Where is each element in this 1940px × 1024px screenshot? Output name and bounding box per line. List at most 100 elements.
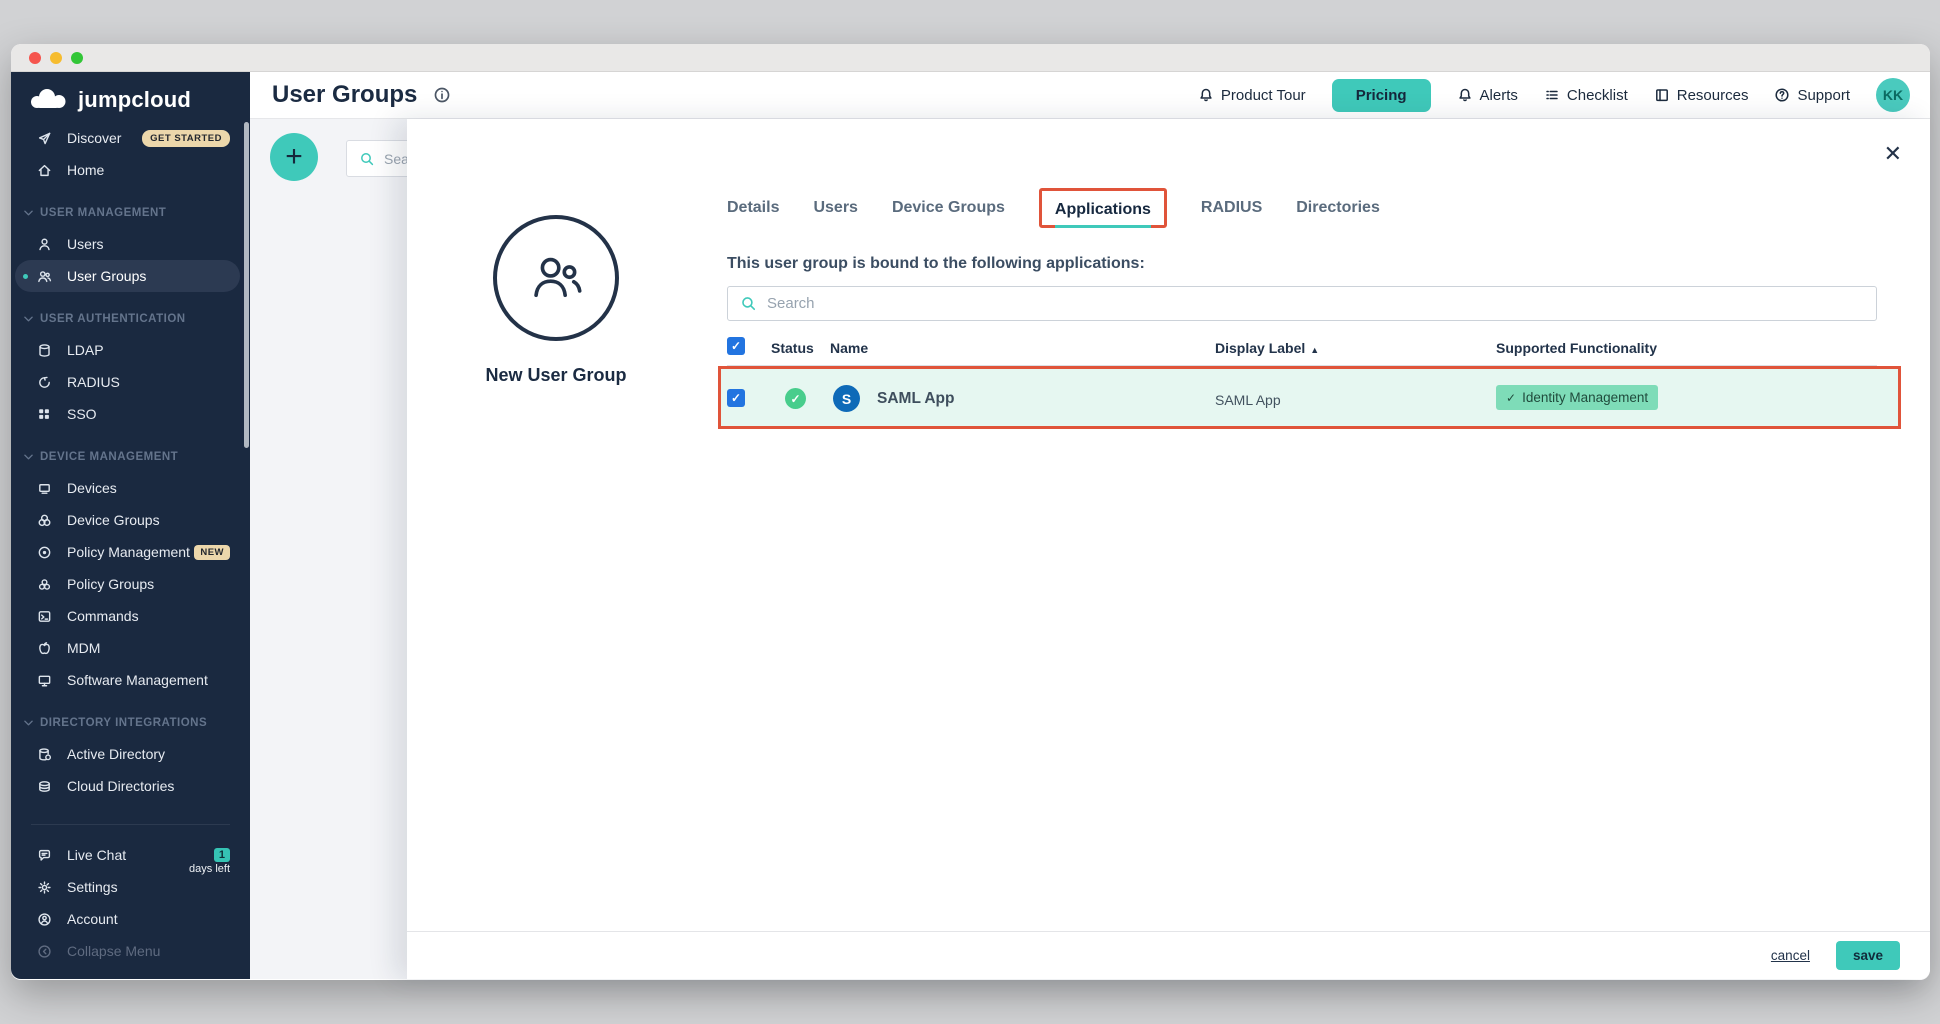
sidebar-item-label: Collapse Menu	[67, 943, 160, 959]
account-icon	[36, 911, 52, 927]
column-header-name[interactable]: Name	[830, 340, 868, 356]
resources-button[interactable]: Resources	[1654, 87, 1749, 104]
app-name: SAML App	[877, 390, 955, 408]
checklist-button[interactable]: Checklist	[1544, 87, 1628, 104]
tab-applications[interactable]: Applications	[1055, 201, 1151, 228]
column-header-status[interactable]: Status	[771, 340, 814, 356]
user-avatar[interactable]: KK	[1876, 78, 1910, 112]
alerts-button[interactable]: Alerts	[1457, 87, 1518, 104]
sidebar-item-policy-management[interactable]: Policy Management NEW	[15, 536, 246, 568]
functionality-badge: ✓Identity Management	[1496, 385, 1658, 410]
sidebar-item-users[interactable]: Users	[15, 228, 246, 260]
sidebar-item-label: Live Chat	[67, 847, 126, 863]
user-icon	[36, 236, 52, 252]
select-all-checkbox-checked[interactable]	[727, 337, 745, 355]
column-header-supported-functionality[interactable]: Supported Functionality	[1496, 340, 1657, 356]
home-icon	[36, 162, 52, 178]
radius-icon	[36, 374, 52, 390]
sidebar-item-label: Policy Groups	[67, 576, 154, 592]
sidebar-item-label: Device Groups	[67, 512, 160, 528]
sidebar-item-label: Home	[67, 162, 104, 178]
sidebar-item-live-chat[interactable]: Live Chat 1 days left	[15, 839, 246, 871]
chevron-down-icon	[24, 210, 33, 216]
mac-titlebar	[11, 44, 1930, 72]
sso-grid-icon	[36, 406, 52, 422]
main-area: User Groups Product Tour Pricing Alerts	[250, 72, 1930, 979]
application-row[interactable]: S SAML App SAML App ✓Identity Management	[721, 369, 1898, 426]
chat-bubble-icon	[36, 847, 52, 863]
sidebar-item-mdm[interactable]: MDM	[15, 632, 246, 664]
column-header-display-label[interactable]: Display Label▲	[1215, 340, 1319, 356]
product-tour-button[interactable]: Product Tour	[1198, 87, 1306, 104]
tab-directories[interactable]: Directories	[1296, 199, 1380, 217]
sidebar-item-commands[interactable]: Commands	[15, 600, 246, 632]
bell-icon	[1457, 87, 1473, 103]
add-user-group-button[interactable]: +	[270, 133, 318, 181]
sidebar-section-user-authentication[interactable]: USER AUTHENTICATION	[11, 304, 250, 334]
sidebar-divider	[31, 824, 230, 825]
sidebar-item-label: MDM	[67, 640, 100, 656]
row-checkbox-checked[interactable]	[727, 389, 745, 407]
sidebar-item-label: LDAP	[67, 342, 104, 358]
pricing-button[interactable]: Pricing	[1332, 79, 1431, 112]
support-button[interactable]: Support	[1774, 87, 1850, 104]
sidebar-item-settings[interactable]: Settings	[15, 871, 246, 903]
sidebar-item-label: Account	[67, 911, 118, 927]
search-icon	[359, 151, 375, 167]
active-directory-icon	[36, 746, 52, 762]
sidebar-item-active-directory[interactable]: Active Directory	[15, 738, 246, 770]
apple-mdm-icon	[36, 640, 52, 656]
desktop: { "brand": { "logo_text": "jumpcloud" },…	[0, 0, 1940, 1024]
book-icon	[1654, 87, 1670, 103]
tab-details[interactable]: Details	[727, 199, 779, 217]
sidebar-item-collapse-menu[interactable]: Collapse Menu	[15, 935, 246, 967]
sidebar-item-account[interactable]: Account	[15, 903, 246, 935]
sidebar-item-label: Discover	[67, 130, 121, 146]
tab-device-groups[interactable]: Device Groups	[892, 199, 1005, 217]
sidebar: jumpcloud Discover GET STARTED Home USER…	[11, 72, 250, 979]
list-search-input[interactable]	[384, 151, 407, 167]
sidebar-scrollbar[interactable]	[244, 122, 249, 448]
panel-footer: cancel save	[407, 931, 1930, 979]
cancel-button[interactable]: cancel	[1771, 948, 1810, 963]
sidebar-section-user-management[interactable]: USER MANAGEMENT	[11, 198, 250, 228]
info-icon[interactable]	[433, 86, 451, 104]
tab-users[interactable]: Users	[813, 199, 857, 217]
tab-radius[interactable]: RADIUS	[1201, 199, 1262, 217]
applications-search-box[interactable]	[727, 286, 1877, 321]
sidebar-item-software-management[interactable]: Software Management	[15, 664, 246, 696]
sidebar-item-label: SSO	[67, 406, 97, 422]
sidebar-item-policy-groups[interactable]: Policy Groups	[15, 568, 246, 600]
zoom-window-button[interactable]	[71, 52, 83, 64]
sidebar-item-devices[interactable]: Devices	[15, 472, 246, 504]
sort-ascending-icon: ▲	[1310, 345, 1319, 355]
sidebar-item-radius[interactable]: RADIUS	[15, 366, 246, 398]
sidebar-item-device-groups[interactable]: Device Groups	[15, 504, 246, 536]
policy-groups-icon	[36, 576, 52, 592]
database-icon	[36, 342, 52, 358]
save-button[interactable]: save	[1836, 941, 1900, 970]
close-icon[interactable]: ✕	[1884, 143, 1902, 165]
sidebar-section-device-management[interactable]: DEVICE MANAGEMENT	[11, 442, 250, 472]
checklist-icon	[1544, 87, 1560, 103]
app-window: jumpcloud Discover GET STARTED Home USER…	[11, 44, 1930, 980]
sidebar-item-home[interactable]: Home	[15, 154, 246, 186]
chevron-down-icon	[24, 454, 33, 460]
jumpcloud-logo[interactable]: jumpcloud	[11, 72, 250, 122]
sidebar-item-cloud-directories[interactable]: Cloud Directories	[15, 770, 246, 802]
sidebar-item-label: Devices	[67, 480, 117, 496]
minimize-window-button[interactable]	[50, 52, 62, 64]
sidebar-item-ldap[interactable]: LDAP	[15, 334, 246, 366]
sidebar-item-sso[interactable]: SSO	[15, 398, 246, 430]
close-window-button[interactable]	[29, 52, 41, 64]
user-group-icon	[528, 254, 584, 302]
list-search-box[interactable]	[346, 140, 407, 177]
logo-wordmark: jumpcloud	[78, 87, 191, 113]
content-area: + ✕	[250, 119, 1930, 979]
policy-management-icon	[36, 544, 52, 560]
sidebar-item-discover[interactable]: Discover GET STARTED	[15, 122, 246, 154]
applications-search-input[interactable]	[767, 295, 1876, 312]
sidebar-section-directory-integrations[interactable]: DIRECTORY INTEGRATIONS	[11, 708, 250, 738]
sidebar-item-user-groups[interactable]: User Groups	[15, 260, 240, 292]
user-groups-list-page: +	[250, 119, 407, 979]
